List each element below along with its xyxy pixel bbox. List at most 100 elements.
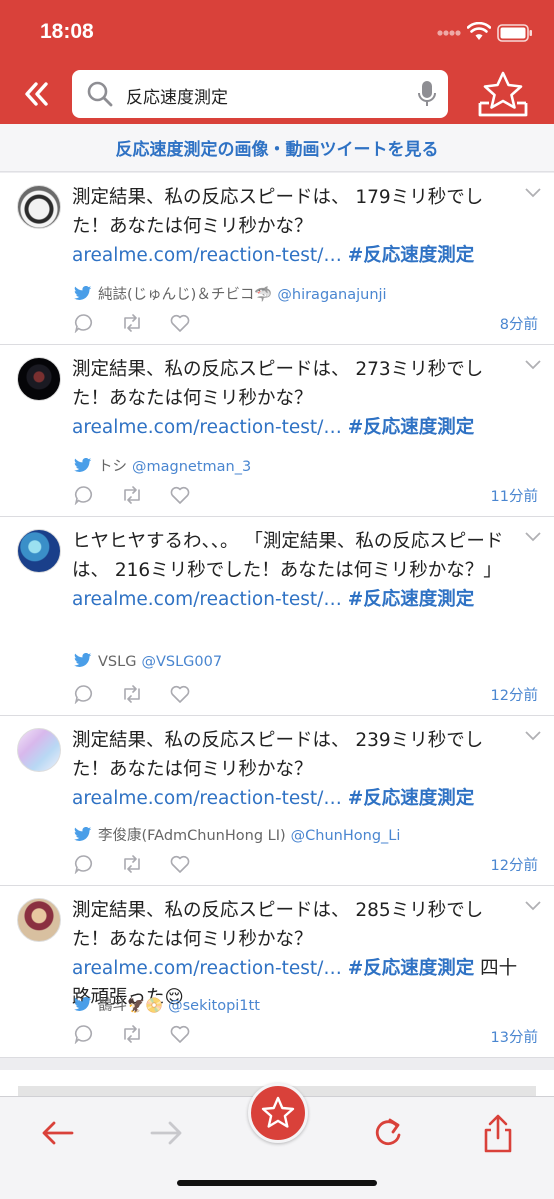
twitter-bird-icon: [74, 827, 92, 841]
author-handle[interactable]: @hiraganajunji: [277, 287, 386, 303]
tweet-hashtag[interactable]: #反応速度測定: [348, 417, 475, 438]
media-tweets-link[interactable]: 反応速度測定の画像・動画ツイートを見る: [116, 135, 439, 160]
author-name: 鵲斗🦅📀: [98, 998, 164, 1014]
browser-back-button[interactable]: [36, 1111, 80, 1155]
app-header: 18:08 反応速度測定: [0, 0, 554, 124]
tweet-text: 測定結果、私の反応スピードは、 179ミリ秒でした！あなたは何ミリ秒かな？ ar…: [72, 183, 518, 270]
tweet-actions: [74, 853, 212, 874]
author-name: 純誌(じゅんじ)＆チビコ🦈: [98, 287, 273, 303]
tweet-actions: [74, 312, 212, 333]
avatar[interactable]: [17, 357, 61, 401]
tweet-actions: [74, 484, 212, 505]
microphone-icon[interactable]: [417, 80, 437, 108]
avatar[interactable]: [17, 898, 61, 942]
retweet-icon[interactable]: [121, 485, 143, 505]
retweet-icon[interactable]: [121, 684, 143, 704]
like-heart-icon[interactable]: [170, 486, 190, 504]
twitter-bird-icon: [74, 286, 92, 300]
tweet-hashtag[interactable]: #反応速度測定: [348, 245, 475, 266]
reload-button[interactable]: [366, 1111, 410, 1155]
reply-icon[interactable]: [74, 854, 94, 874]
reply-icon[interactable]: [74, 1024, 94, 1044]
double-chevron-left-icon: [25, 82, 48, 106]
tweet-body-text: ヒヤヒヤするわ、、。 「測定結果、私の反応スピードは、 216ミリ秒でした！あな…: [72, 531, 504, 581]
chevron-down-icon[interactable]: [524, 900, 542, 912]
retweet-icon[interactable]: [121, 854, 143, 874]
reply-icon[interactable]: [74, 485, 94, 505]
share-icon: [484, 1114, 512, 1153]
twitter-bird-icon: [74, 653, 92, 667]
chevron-down-icon[interactable]: [524, 531, 542, 543]
chevron-down-icon[interactable]: [524, 730, 542, 742]
like-heart-icon[interactable]: [170, 1025, 190, 1043]
home-indicator: [177, 1180, 377, 1186]
twitter-bird-icon: [74, 997, 92, 1011]
tweet-author[interactable]: 純誌(じゅんじ)＆チビコ🦈 @hiraganajunji: [74, 283, 387, 304]
wifi-icon: [467, 22, 491, 40]
tweet-card[interactable]: 測定結果、私の反応スピードは、 179ミリ秒でした！あなたは何ミリ秒かな？ ar…: [0, 173, 554, 345]
search-query: 反応速度測定: [126, 88, 228, 108]
arrow-left-icon: [42, 1121, 74, 1145]
search-input[interactable]: 反応速度測定: [72, 70, 448, 118]
author-handle[interactable]: @VSLG007: [141, 654, 222, 670]
favorite-button[interactable]: [248, 1083, 308, 1143]
like-heart-icon[interactable]: [170, 314, 190, 332]
tweet-hashtag[interactable]: #反応速度測定: [348, 788, 475, 809]
search-icon: [87, 81, 113, 107]
tweet-author[interactable]: 鵲斗🦅📀 @sekitopi1tt: [74, 994, 260, 1015]
status-bar: 18:08: [0, 0, 554, 62]
like-heart-icon[interactable]: [170, 685, 190, 703]
tweet-author[interactable]: 李俊康(FAdmChunHong LI) @ChunHong_Li: [74, 824, 400, 845]
tweet-timestamp: 8分前: [499, 317, 538, 333]
back-button[interactable]: [20, 78, 56, 110]
tweet-hashtag[interactable]: #反応速度測定: [348, 958, 475, 979]
tweet-link[interactable]: arealme.com/reaction-test/…: [72, 589, 342, 610]
tweet-author[interactable]: VSLG @VSLG007: [74, 653, 222, 670]
avatar[interactable]: [17, 529, 61, 573]
tweet-link[interactable]: arealme.com/reaction-test/…: [72, 788, 342, 809]
tweet-body-text: 測定結果、私の反応スピードは、 179ミリ秒でした！あなたは何ミリ秒かな？: [72, 187, 484, 237]
avatar[interactable]: [17, 728, 61, 772]
author-handle[interactable]: @magnetman_3: [132, 459, 251, 475]
reply-icon[interactable]: [74, 684, 94, 704]
tweet-text: ヒヤヒヤするわ、、。 「測定結果、私の反応スピードは、 216ミリ秒でした！あな…: [72, 527, 518, 614]
tweet-timestamp: 11分前: [490, 489, 538, 505]
chevron-down-icon[interactable]: [524, 359, 542, 371]
tweet-actions: [74, 683, 212, 704]
like-heart-icon[interactable]: [170, 855, 190, 873]
twitter-bird-icon: [74, 458, 92, 472]
tweet-body-text: 測定結果、私の反応スピードは、 273ミリ秒でした！あなたは何ミリ秒かな？: [72, 359, 484, 409]
author-name: トシ: [98, 459, 127, 475]
author-name: 李俊康(FAdmChunHong LI): [98, 828, 286, 844]
browser-forward-button[interactable]: [144, 1111, 188, 1155]
battery-icon: [497, 24, 532, 42]
star-tray-icon: [478, 71, 528, 117]
retweet-icon[interactable]: [121, 313, 143, 333]
tweet-link[interactable]: arealme.com/reaction-test/…: [72, 958, 342, 979]
status-time: 18:08: [40, 20, 94, 43]
reply-icon[interactable]: [74, 313, 94, 333]
star-icon: [261, 1096, 295, 1128]
retweet-icon[interactable]: [121, 1024, 143, 1044]
tweet-card[interactable]: 測定結果、私の反応スピードは、 285ミリ秒でした！あなたは何ミリ秒かな？ ar…: [0, 886, 554, 1058]
tweet-card[interactable]: 測定結果、私の反応スピードは、 273ミリ秒でした！あなたは何ミリ秒かな？ ar…: [0, 345, 554, 517]
tweet-author[interactable]: トシ @magnetman_3: [74, 455, 251, 476]
tweet-text: 測定結果、私の反応スピードは、 273ミリ秒でした！あなたは何ミリ秒かな？ ar…: [72, 355, 518, 442]
chevron-down-icon[interactable]: [524, 187, 542, 199]
avatar[interactable]: [17, 185, 61, 229]
tweet-body-text: 測定結果、私の反応スピードは、 285ミリ秒でした！あなたは何ミリ秒かな？: [72, 900, 484, 950]
save-search-button[interactable]: [475, 70, 531, 120]
author-handle[interactable]: @sekitopi1tt: [168, 998, 260, 1014]
tweet-timestamp: 13分前: [490, 1030, 538, 1046]
tweet-card[interactable]: 測定結果、私の反応スピードは、 239ミリ秒でした！あなたは何ミリ秒かな？ ar…: [0, 716, 554, 886]
tweet-link[interactable]: arealme.com/reaction-test/…: [72, 245, 342, 266]
tweet-hashtag[interactable]: #反応速度測定: [348, 589, 475, 610]
author-handle[interactable]: @ChunHong_Li: [291, 828, 401, 844]
tweet-body-text: 測定結果、私の反応スピードは、 239ミリ秒でした！あなたは何ミリ秒かな？: [72, 730, 484, 780]
share-button[interactable]: [476, 1111, 520, 1155]
tweet-actions: [74, 1023, 212, 1044]
tweet-card[interactable]: ヒヤヒヤするわ、、。 「測定結果、私の反応スピードは、 216ミリ秒でした！あな…: [0, 517, 554, 716]
tweet-link[interactable]: arealme.com/reaction-test/…: [72, 417, 342, 438]
author-name: VSLG: [98, 654, 137, 670]
media-tweets-banner[interactable]: 反応速度測定の画像・動画ツイートを見る: [0, 124, 554, 172]
